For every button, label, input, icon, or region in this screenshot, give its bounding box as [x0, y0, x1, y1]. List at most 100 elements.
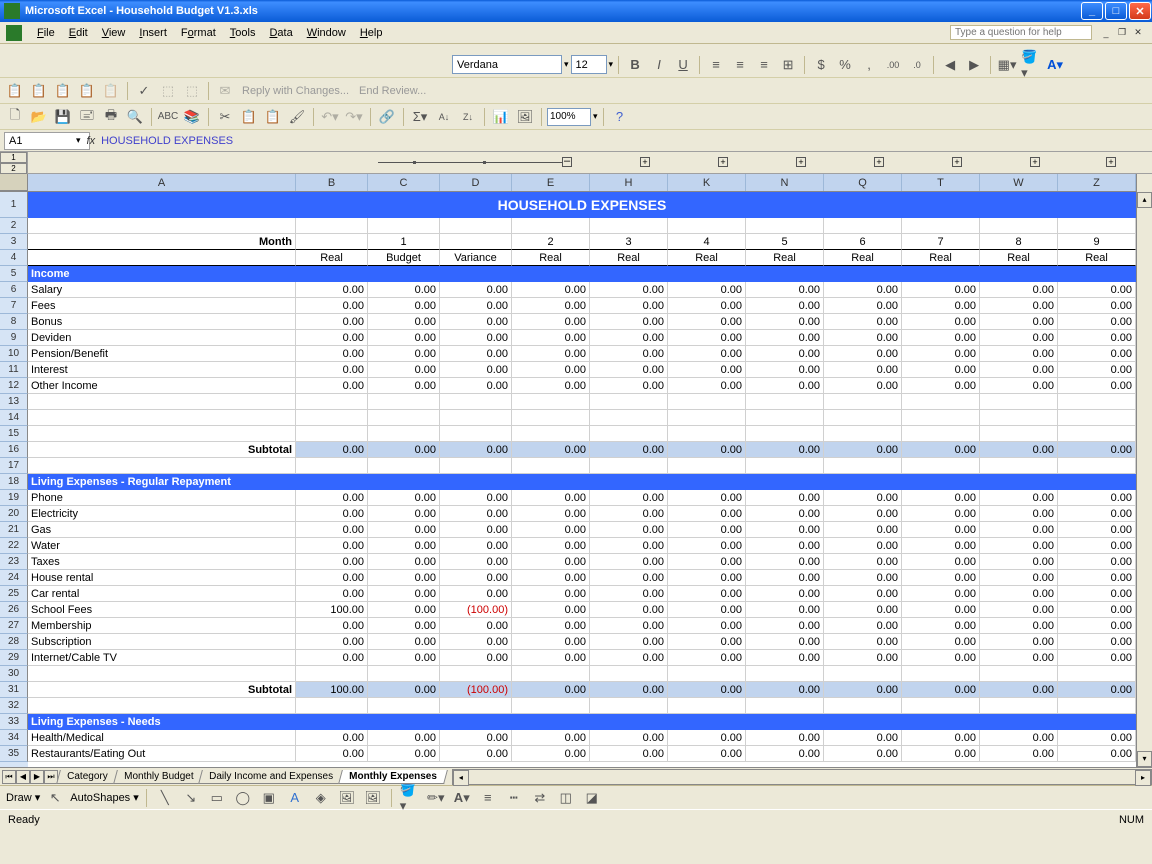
cell[interactable]: 0.00 [368, 346, 440, 362]
cell[interactable]: 0.00 [590, 362, 668, 378]
cell[interactable]: 0.00 [746, 650, 824, 666]
cell[interactable]: 0.00 [1058, 634, 1136, 650]
font-family-select[interactable] [452, 55, 562, 74]
cell[interactable] [902, 218, 980, 234]
row-header[interactable]: 1 [0, 192, 28, 218]
mdi-close[interactable]: ✕ [1131, 27, 1145, 39]
outline-expand-icon[interactable]: + [874, 157, 884, 167]
cell[interactable]: 0.00 [824, 442, 902, 458]
cell[interactable] [368, 698, 440, 714]
cell[interactable]: 0.00 [902, 346, 980, 362]
cell[interactable] [746, 458, 824, 474]
row-header[interactable]: 28 [0, 634, 28, 650]
cell[interactable]: 0.00 [368, 378, 440, 394]
tab-nav-next[interactable]: ▶ [30, 770, 44, 784]
cell[interactable] [980, 218, 1058, 234]
increase-decimal-button[interactable]: .00 [882, 54, 904, 76]
row-header[interactable]: 24 [0, 570, 28, 586]
col-header[interactable]: C [368, 174, 440, 191]
cell[interactable]: 0.00 [824, 346, 902, 362]
cell[interactable]: 0.00 [668, 314, 746, 330]
cell[interactable]: 0.00 [440, 282, 512, 298]
cell[interactable]: 0.00 [902, 730, 980, 746]
cell[interactable]: 0.00 [980, 602, 1058, 618]
cell[interactable] [824, 218, 902, 234]
cell[interactable]: 0.00 [668, 730, 746, 746]
cell[interactable] [980, 666, 1058, 682]
cell[interactable]: 0.00 [980, 522, 1058, 538]
row-header[interactable]: 30 [0, 666, 28, 682]
cell[interactable]: 0.00 [368, 650, 440, 666]
col-header[interactable]: E [512, 174, 590, 191]
cell[interactable]: 0.00 [440, 506, 512, 522]
col-header[interactable]: T [902, 174, 980, 191]
col-header[interactable]: A [28, 174, 296, 191]
col-header[interactable]: Z [1058, 174, 1136, 191]
cell[interactable] [512, 218, 590, 234]
show-comment-icon[interactable]: 📋 [76, 80, 98, 102]
cell[interactable]: 0.00 [590, 314, 668, 330]
cell[interactable] [902, 426, 980, 442]
cell[interactable]: Variance [440, 250, 512, 266]
row-header[interactable]: 18 [0, 474, 28, 490]
cell[interactable]: 0.00 [512, 346, 590, 362]
cell[interactable]: 0.00 [824, 570, 902, 586]
cell[interactable]: 0.00 [902, 634, 980, 650]
cell[interactable] [440, 426, 512, 442]
print-preview-icon[interactable]: 🔍 [124, 106, 146, 128]
cell[interactable]: 0.00 [590, 490, 668, 506]
cell[interactable] [590, 666, 668, 682]
outline-expand-icon[interactable]: + [1106, 157, 1116, 167]
cell[interactable] [512, 698, 590, 714]
cell[interactable] [296, 234, 368, 250]
cell[interactable]: 0.00 [512, 330, 590, 346]
cell[interactable]: 0.00 [590, 538, 668, 554]
row-header[interactable]: 21 [0, 522, 28, 538]
minimize-button[interactable]: _ [1081, 2, 1103, 20]
cell[interactable]: 0.00 [668, 522, 746, 538]
cell[interactable] [902, 458, 980, 474]
cell[interactable]: 0.00 [668, 362, 746, 378]
cell[interactable] [440, 394, 512, 410]
cell[interactable]: 0.00 [440, 650, 512, 666]
cell[interactable]: 0.00 [296, 538, 368, 554]
cell[interactable]: 0.00 [1058, 378, 1136, 394]
cell[interactable]: 0.00 [296, 618, 368, 634]
cell[interactable]: 1 [368, 234, 440, 250]
cell[interactable]: House rental [28, 570, 296, 586]
cell[interactable]: 0.00 [902, 586, 980, 602]
cell[interactable]: 0.00 [902, 298, 980, 314]
cell[interactable] [1058, 666, 1136, 682]
cell[interactable]: 0.00 [1058, 442, 1136, 458]
cell[interactable]: 0.00 [296, 506, 368, 522]
cell[interactable]: 0.00 [440, 538, 512, 554]
cell[interactable] [368, 410, 440, 426]
align-center-button[interactable]: ≡ [729, 54, 751, 76]
cell[interactable]: 0.00 [824, 522, 902, 538]
cell[interactable]: Real [824, 250, 902, 266]
cell[interactable]: 0.00 [368, 522, 440, 538]
cell[interactable] [296, 666, 368, 682]
cell[interactable] [902, 666, 980, 682]
row-header[interactable]: 7 [0, 298, 28, 314]
cell[interactable] [28, 250, 296, 266]
end-review-button[interactable]: End Review... [359, 85, 426, 97]
cell[interactable]: Real [590, 250, 668, 266]
cell[interactable] [590, 410, 668, 426]
cell[interactable]: 0.00 [1058, 554, 1136, 570]
cell[interactable]: 0.00 [440, 618, 512, 634]
cell[interactable]: 0.00 [1058, 490, 1136, 506]
cell[interactable]: 0.00 [440, 554, 512, 570]
cell[interactable]: 0.00 [368, 314, 440, 330]
row-header[interactable]: 4 [0, 250, 28, 266]
cell[interactable]: 0.00 [980, 554, 1058, 570]
menu-file[interactable]: File [30, 25, 62, 41]
cell[interactable] [590, 698, 668, 714]
open-file-icon[interactable]: 📂 [28, 106, 50, 128]
outline-expand-icon[interactable]: + [640, 157, 650, 167]
close-button[interactable]: ✕ [1129, 2, 1151, 20]
row-header[interactable]: 27 [0, 618, 28, 634]
cell[interactable]: 0.00 [824, 730, 902, 746]
cell[interactable]: 0.00 [902, 538, 980, 554]
cell[interactable]: Gas [28, 522, 296, 538]
